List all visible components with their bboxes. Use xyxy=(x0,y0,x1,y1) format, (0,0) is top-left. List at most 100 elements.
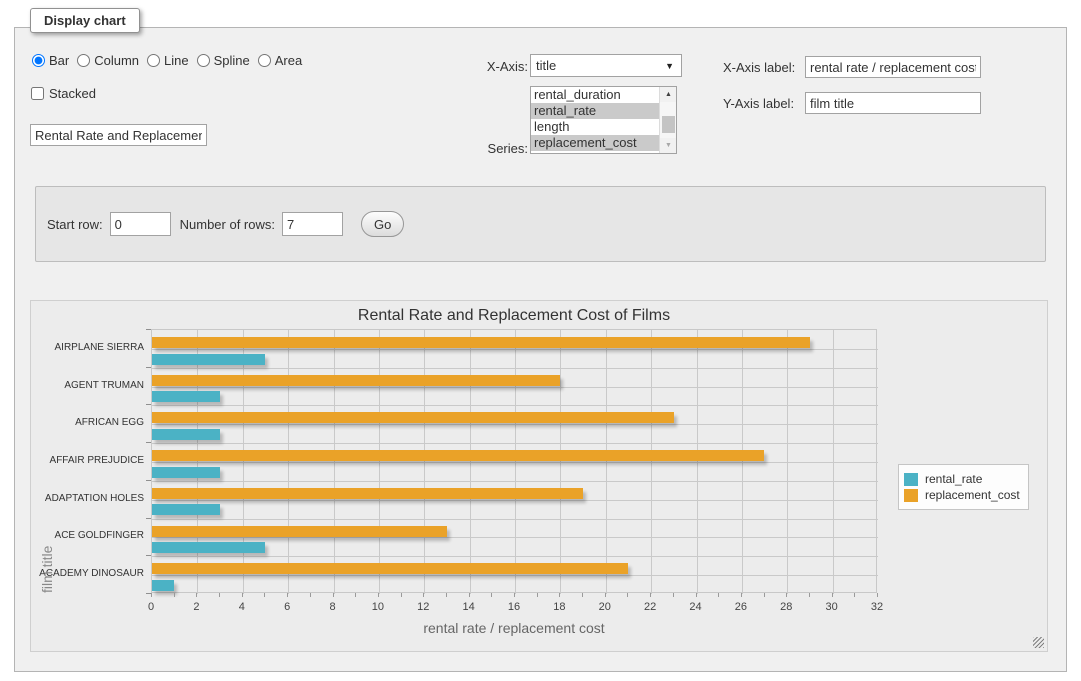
number-of-rows-label: Number of rows: xyxy=(180,217,275,232)
legend-item: rental_rate xyxy=(904,472,1020,486)
x-axis-select[interactable]: title ▼ xyxy=(530,54,682,77)
x-tick-label: 2 xyxy=(181,601,211,613)
scroll-up-icon[interactable]: ▲ xyxy=(660,87,677,102)
series-scrollbar[interactable]: ▲ ▼ xyxy=(659,87,676,153)
series-option-rental-rate[interactable]: rental_rate xyxy=(531,103,676,119)
series-label: Series: xyxy=(448,141,528,156)
x-axis-tick xyxy=(423,593,424,597)
plot-area xyxy=(151,329,877,593)
x-axis-tick xyxy=(264,593,265,597)
radio-column[interactable]: Column xyxy=(77,53,139,68)
series-option-rental-duration[interactable]: rental_duration xyxy=(531,87,676,103)
stacked-label: Stacked xyxy=(49,86,96,101)
radio-area-input[interactable] xyxy=(258,54,271,67)
y-axis-tick xyxy=(146,518,151,519)
display-chart-fieldset: Display chart Bar Column Line Spline Are… xyxy=(14,27,1067,672)
dropdown-arrow-icon: ▼ xyxy=(665,61,674,71)
series-option-length[interactable]: length xyxy=(531,119,676,135)
x-axis-tick xyxy=(605,593,606,597)
radio-line-label: Line xyxy=(164,53,189,68)
go-button[interactable]: Go xyxy=(361,211,404,237)
gridline xyxy=(152,387,878,388)
radio-bar-label: Bar xyxy=(49,53,69,68)
x-tick-label: 0 xyxy=(136,601,166,613)
bar-replacement_cost xyxy=(152,337,810,348)
x-axis-tick xyxy=(832,593,833,597)
series-multiselect[interactable]: rental_duration rental_rate length repla… xyxy=(530,86,677,154)
bar-replacement_cost xyxy=(152,375,560,386)
chart-legend: rental_rate replacement_cost xyxy=(898,464,1029,510)
start-row-input[interactable] xyxy=(110,212,171,236)
bar-replacement_cost xyxy=(152,450,764,461)
radio-column-input[interactable] xyxy=(77,54,90,67)
x-axis-tick xyxy=(151,593,152,597)
chart-container: Rental Rate and Replacement Cost of Film… xyxy=(30,300,1048,652)
x-tick-label: 10 xyxy=(363,601,393,613)
gridline xyxy=(152,443,878,444)
x-axis-tick xyxy=(446,593,447,597)
bar-replacement_cost xyxy=(152,412,674,423)
y-axis-caption-label: Y-Axis label: xyxy=(723,96,794,111)
x-axis-tick xyxy=(673,593,674,597)
y-axis-caption-input[interactable] xyxy=(805,92,981,114)
legend-swatch-icon xyxy=(904,473,918,486)
x-axis-tick xyxy=(627,593,628,597)
chart-title-input[interactable] xyxy=(30,124,207,146)
x-axis-tick xyxy=(741,593,742,597)
x-tick-label: 14 xyxy=(454,601,484,613)
x-axis-caption-input[interactable] xyxy=(805,56,981,78)
radio-bar-input[interactable] xyxy=(32,54,45,67)
x-axis-caption-label: X-Axis label: xyxy=(723,60,795,75)
x-tick-label: 26 xyxy=(726,601,756,613)
x-axis-tick xyxy=(764,593,765,597)
x-axis-tick xyxy=(469,593,470,597)
x-axis-tick xyxy=(809,593,810,597)
radio-spline-input[interactable] xyxy=(197,54,210,67)
x-axis-tick xyxy=(242,593,243,597)
gridline xyxy=(152,424,878,425)
y-axis-tick xyxy=(146,442,151,443)
gridline xyxy=(152,537,878,538)
x-axis-tick xyxy=(355,593,356,597)
bar-rental_rate xyxy=(152,580,174,591)
y-axis-tick xyxy=(146,329,151,330)
bar-rental_rate xyxy=(152,542,265,553)
x-tick-label: 6 xyxy=(272,601,302,613)
x-tick-label: 20 xyxy=(590,601,620,613)
gridline xyxy=(152,519,878,520)
legend-item: replacement_cost xyxy=(904,488,1020,502)
series-option-replacement-cost[interactable]: replacement_cost xyxy=(531,135,676,151)
bar-rental_rate xyxy=(152,429,220,440)
stacked-checkbox[interactable] xyxy=(31,87,44,100)
x-axis-tick xyxy=(174,593,175,597)
x-tick-label: 30 xyxy=(817,601,847,613)
scroll-down-icon[interactable]: ▼ xyxy=(660,138,677,153)
resize-grip[interactable] xyxy=(1033,637,1044,648)
legend-swatch-icon xyxy=(904,489,918,502)
x-axis-selected-value: title xyxy=(536,58,665,73)
radio-spline[interactable]: Spline xyxy=(197,53,250,68)
radio-spline-label: Spline xyxy=(214,53,250,68)
radio-line[interactable]: Line xyxy=(147,53,189,68)
x-tick-label: 28 xyxy=(771,601,801,613)
legend-label: rental_rate xyxy=(925,472,982,486)
x-tick-label: 18 xyxy=(544,601,574,613)
x-axis-tick xyxy=(401,593,402,597)
scrollbar-thumb[interactable] xyxy=(662,116,675,133)
radio-line-input[interactable] xyxy=(147,54,160,67)
bar-rental_rate xyxy=(152,467,220,478)
x-axis-tick xyxy=(514,593,515,597)
radio-bar[interactable]: Bar xyxy=(32,53,69,68)
legend-label: replacement_cost xyxy=(925,488,1020,502)
fieldset-legend: Display chart xyxy=(30,8,140,33)
x-tick-label: 4 xyxy=(227,601,257,613)
gridline xyxy=(152,575,878,576)
x-axis-tick xyxy=(854,593,855,597)
x-axis-tick xyxy=(718,593,719,597)
stacked-checkbox-row[interactable]: Stacked xyxy=(31,86,96,101)
radio-area[interactable]: Area xyxy=(258,53,302,68)
gridline xyxy=(152,405,878,406)
x-tick-label: 8 xyxy=(318,601,348,613)
bar-rental_rate xyxy=(152,391,220,402)
number-of-rows-input[interactable] xyxy=(282,212,343,236)
